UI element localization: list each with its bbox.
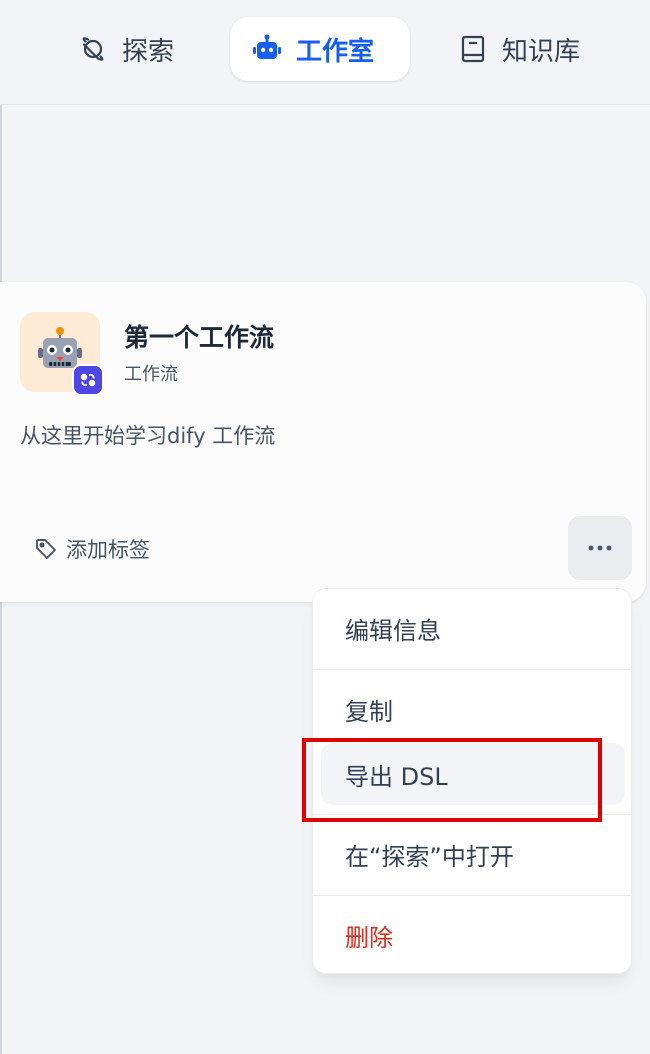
tag-icon — [34, 537, 58, 561]
nav-tab-studio-label: 工作室 — [296, 36, 375, 67]
workflow-badge — [72, 364, 104, 396]
workflow-icon — [80, 373, 96, 387]
menu-item-duplicate[interactable]: 复制 — [321, 678, 625, 740]
more-horizontal-icon — [588, 545, 612, 551]
add-tag-button[interactable]: 添加标签 — [34, 534, 150, 564]
menu-item-delete[interactable]: 删除 — [321, 904, 625, 966]
app-description: 从这里开始学习dify 工作流 — [20, 424, 276, 448]
menu-item-edit-info[interactable]: 编辑信息 — [321, 597, 625, 659]
nav-tab-knowledge-label: 知识库 — [502, 36, 581, 67]
robot-icon — [252, 34, 282, 64]
nav-tab-explore[interactable]: 探索 — [66, 17, 206, 81]
menu-divider — [313, 895, 631, 896]
nav-tab-knowledge[interactable]: 知识库 — [446, 17, 616, 81]
book-icon — [458, 34, 488, 64]
planet-icon — [78, 34, 108, 64]
app-name: 第一个工作流 — [124, 323, 275, 352]
highlight-annotation — [302, 738, 602, 822]
nav-tab-studio[interactable]: 工作室 — [230, 17, 410, 81]
more-options-button[interactable] — [568, 516, 632, 580]
app-card[interactable]: 第一个工作流 工作流 从这里开始学习dify 工作流 添加标签 — [0, 282, 646, 602]
menu-divider — [313, 669, 631, 670]
top-navigation: 探索 工作室 知识库 — [0, 0, 650, 105]
add-tag-label: 添加标签 — [66, 538, 150, 562]
menu-item-open-in-explore[interactable]: 在“探索”中打开 — [321, 823, 625, 885]
nav-tab-explore-label: 探索 — [122, 36, 175, 67]
app-type-label: 工作流 — [124, 364, 178, 385]
